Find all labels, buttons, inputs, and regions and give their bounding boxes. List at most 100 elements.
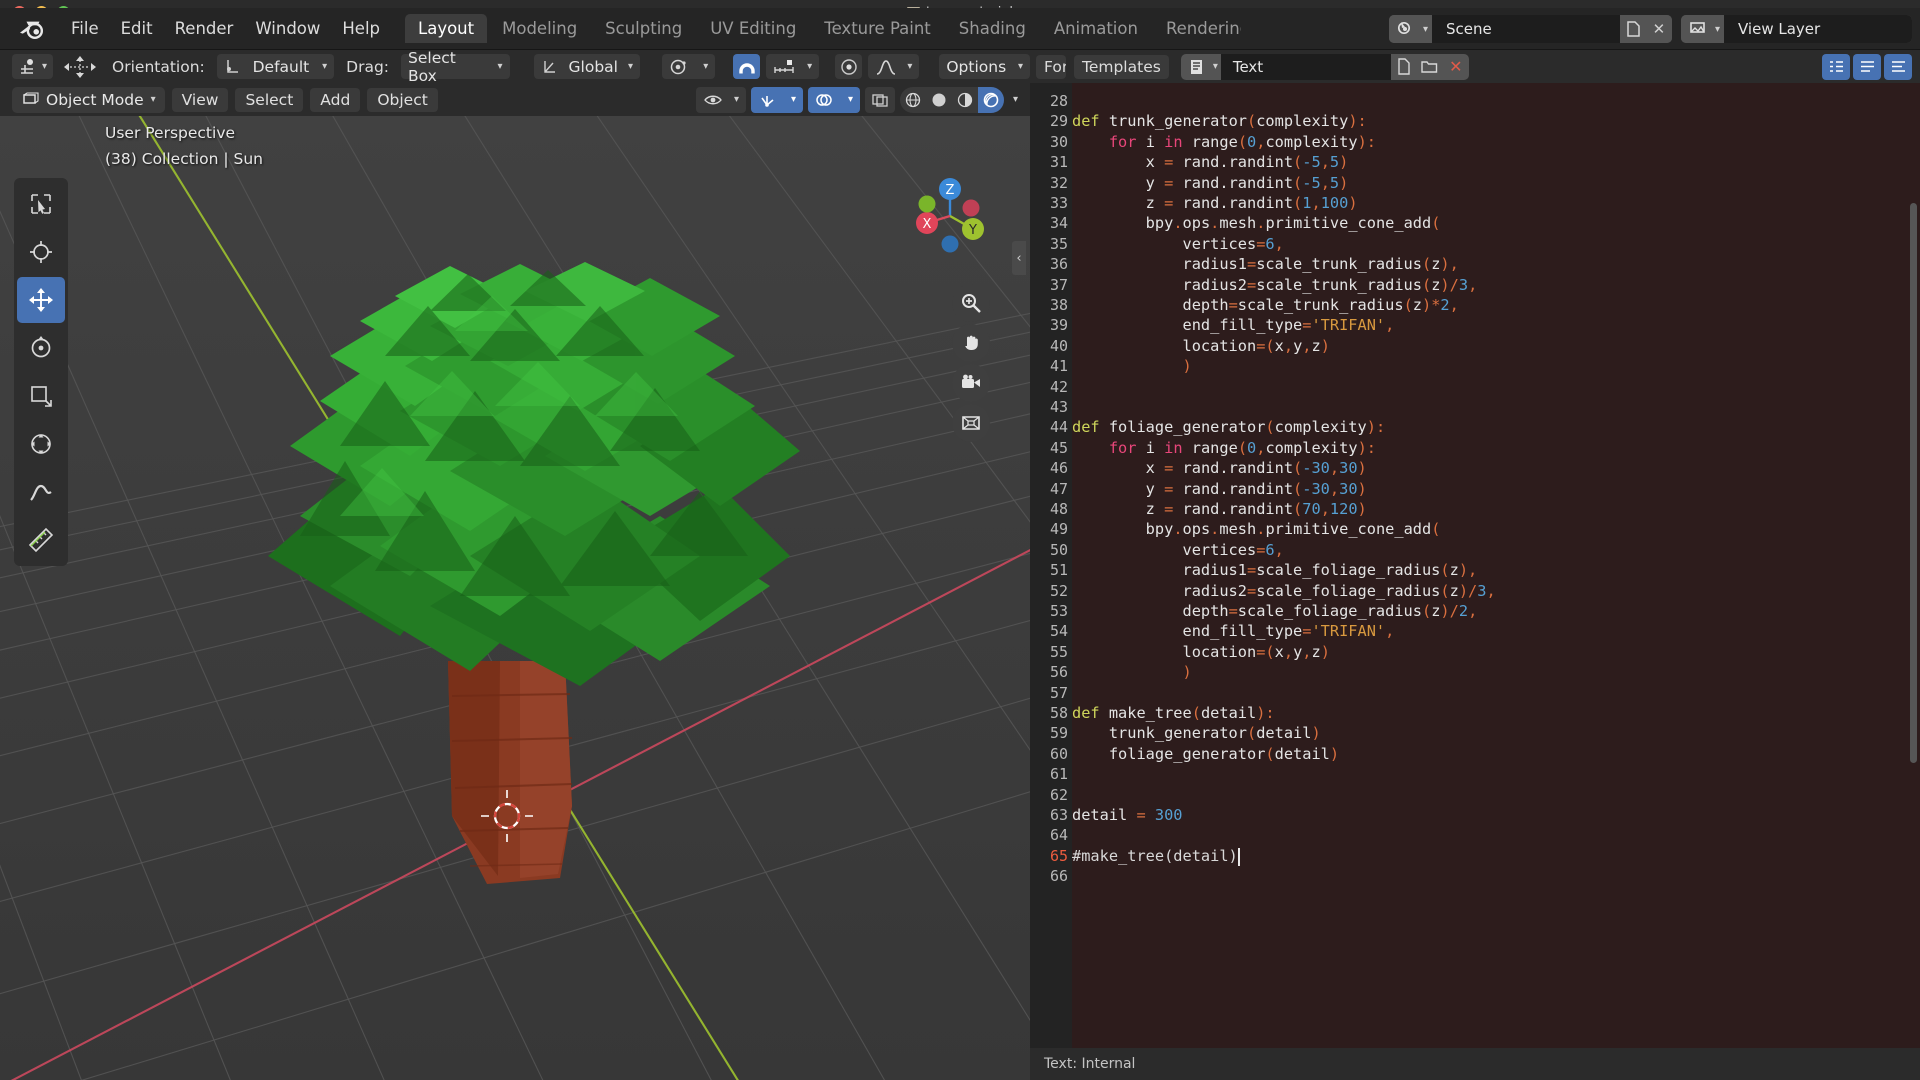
tool-rotate[interactable] xyxy=(17,325,65,371)
xray-toggle-icon[interactable] xyxy=(864,86,895,113)
tab-layout[interactable]: Layout xyxy=(405,14,488,43)
proportional-chevron-down-icon[interactable]: ▾ xyxy=(703,61,708,72)
transform-space-dropdown[interactable]: Global ▾ xyxy=(533,54,640,79)
active-tool-chevron-down-icon[interactable]: ▾ xyxy=(42,61,47,72)
new-text-icon[interactable] xyxy=(1391,54,1417,80)
text-datablock-name[interactable]: Text xyxy=(1220,53,1391,80)
blender-logo-icon[interactable] xyxy=(18,16,48,42)
viewport-menu-select[interactable]: Select xyxy=(235,87,304,112)
shading-solid-button[interactable] xyxy=(926,87,952,113)
code-line[interactable]: radius2=scale_trunk_radius(z)/3, xyxy=(1072,276,1478,294)
code-line[interactable]: y = rand.randint(-5,5) xyxy=(1072,174,1349,192)
transform-space-chevron-down-icon[interactable]: ▾ xyxy=(628,61,633,72)
code-line[interactable]: y = rand.randint(-30,30) xyxy=(1072,480,1367,498)
scene-datablock[interactable]: ▾ Scene ✕ xyxy=(1388,15,1672,43)
code-line[interactable]: z = rand.randint(1,100) xyxy=(1072,194,1358,212)
code-line[interactable]: vertices=6, xyxy=(1072,541,1284,559)
code-line[interactable]: ) xyxy=(1072,357,1192,375)
text-editor-menu-format[interactable]: Format xyxy=(1036,54,1066,79)
code-line[interactable]: z = rand.randint(70,120) xyxy=(1072,500,1367,518)
tool-tweak-select-box[interactable] xyxy=(17,181,65,227)
viewport-menu-add[interactable]: Add xyxy=(310,87,361,112)
code-line[interactable]: def foliage_generator(complexity): xyxy=(1072,418,1385,436)
scene-chevron-down-icon[interactable]: ▾ xyxy=(1423,24,1432,35)
gizmo-dropdown[interactable]: ▾ xyxy=(750,86,803,113)
visibility-chevron-down-icon[interactable]: ▾ xyxy=(734,94,739,105)
code-line[interactable]: radius1=scale_trunk_radius(z), xyxy=(1072,255,1459,273)
snap-chevron-down-icon[interactable]: ▾ xyxy=(807,61,812,72)
code-line[interactable]: x = rand.randint(-30,30) xyxy=(1072,459,1367,477)
scene-name[interactable]: Scene xyxy=(1431,15,1620,43)
navigation-gizmo[interactable]: Z Y X xyxy=(905,171,995,261)
tab-shading[interactable]: Shading xyxy=(946,14,1039,43)
falloff-curve-dropdown[interactable]: ▾ xyxy=(867,54,920,79)
code-line[interactable]: end_fill_type='TRIFAN', xyxy=(1072,622,1395,640)
gizmo-chevron-down-icon[interactable]: ▾ xyxy=(791,94,796,105)
text-editor-menu-templates[interactable]: Templates xyxy=(1074,54,1169,79)
shading-wireframe-button[interactable] xyxy=(900,87,926,113)
viewlayer-name[interactable]: View Layer xyxy=(1724,15,1912,43)
proportional-edit-dropdown[interactable]: ▾ xyxy=(662,54,716,79)
code-line[interactable]: radius1=scale_foliage_radius(z), xyxy=(1072,561,1478,579)
tab-rendering[interactable]: Rendering xyxy=(1153,14,1241,43)
viewport-canvas[interactable]: User Perspective (38) Collection | Sun Z… xyxy=(0,116,1030,1080)
menu-window[interactable]: Window xyxy=(244,15,331,42)
code-line[interactable]: vertices=6, xyxy=(1072,235,1284,253)
menu-help[interactable]: Help xyxy=(331,15,391,42)
tab-modeling[interactable]: Modeling xyxy=(489,14,590,43)
code-line[interactable]: end_fill_type='TRIFAN', xyxy=(1072,316,1395,334)
open-folder-icon[interactable] xyxy=(1417,54,1443,80)
menu-edit[interactable]: Edit xyxy=(110,15,164,42)
toggle-orthographic-button[interactable] xyxy=(952,404,990,442)
transform-arrows-icon[interactable] xyxy=(59,54,100,79)
drag-dropdown[interactable]: Select Box ▾ xyxy=(401,50,510,85)
menu-file[interactable]: File xyxy=(60,15,110,42)
text-datablock-selector[interactable]: ▾ Text ✕ xyxy=(1180,53,1469,80)
code-line[interactable]: for i in range(0,complexity): xyxy=(1072,439,1376,457)
object-visibility-dropdown[interactable]: ▾ xyxy=(695,86,746,113)
interaction-mode-selector[interactable]: Object Mode ▾ xyxy=(12,86,165,113)
code-line[interactable]: detail = 300 xyxy=(1072,806,1183,824)
tool-move[interactable] xyxy=(17,277,65,323)
code-line[interactable]: ) xyxy=(1072,663,1192,681)
line-numbers-icon[interactable] xyxy=(1822,53,1850,80)
overlays-dropdown[interactable]: ▾ xyxy=(807,86,860,113)
camera-view-button[interactable] xyxy=(952,364,990,402)
viewlayer-datablock[interactable]: ▾ View Layer xyxy=(1680,15,1912,43)
tab-texture-paint[interactable]: Texture Paint xyxy=(811,14,943,43)
tool-measure[interactable] xyxy=(17,517,65,563)
code-line[interactable]: location=(x,y,z) xyxy=(1072,337,1330,355)
viewport-sidebar-toggle[interactable]: ‹ xyxy=(1012,241,1026,275)
menu-render[interactable]: Render xyxy=(164,15,245,42)
code-line[interactable]: for i in range(0,complexity): xyxy=(1072,133,1376,151)
code-line[interactable]: bpy.ops.mesh.primitive_cone_add( xyxy=(1072,214,1441,232)
viewport-menu-view[interactable]: View xyxy=(171,87,229,112)
orientation-chevron-down-icon[interactable]: ▾ xyxy=(322,61,327,72)
code-line[interactable]: bpy.ops.mesh.primitive_cone_add( xyxy=(1072,520,1441,538)
drag-chevron-down-icon[interactable]: ▾ xyxy=(497,61,502,72)
code-line[interactable]: def make_tree(detail): xyxy=(1072,704,1275,722)
options-dropdown[interactable]: Options ▾ xyxy=(939,54,1030,79)
tool-transform[interactable] xyxy=(17,421,65,467)
text-datablock-chevron-down-icon[interactable]: ▾ xyxy=(1213,61,1221,72)
unlink-scene-icon[interactable]: ✕ xyxy=(1645,15,1672,43)
code-line[interactable]: #make_tree(detail) xyxy=(1072,847,1238,865)
falloff-chevron-down-icon[interactable]: ▾ xyxy=(907,61,912,72)
code-line[interactable]: trunk_generator(detail) xyxy=(1072,724,1321,742)
overlays-chevron-down-icon[interactable]: ▾ xyxy=(848,94,853,105)
shading-material-preview-button[interactable] xyxy=(952,87,978,113)
mode-chevron-down-icon[interactable]: ▾ xyxy=(151,94,156,105)
tab-sculpting[interactable]: Sculpting xyxy=(592,14,695,43)
tool-annotate[interactable] xyxy=(17,469,65,515)
tool-cursor[interactable] xyxy=(17,229,65,275)
code-editor-content[interactable]: 28 29 def trunk_generator(complexity): 30 f… xyxy=(1030,83,1920,1048)
code-line[interactable]: location=(x,y,z) xyxy=(1072,643,1330,661)
tab-uv-editing[interactable]: UV Editing xyxy=(697,14,809,43)
active-tool-selector[interactable]: ▾ xyxy=(12,54,54,79)
shading-chevron-down-icon[interactable]: ▾ xyxy=(1009,94,1022,105)
code-line[interactable]: radius2=scale_foliage_radius(z)/3, xyxy=(1072,582,1496,600)
syntax-highlight-icon[interactable] xyxy=(1884,53,1912,80)
proportional-falloff-toggle-icon[interactable] xyxy=(835,54,862,79)
new-scene-icon[interactable] xyxy=(1619,15,1646,43)
shading-rendered-button[interactable] xyxy=(977,86,1004,113)
